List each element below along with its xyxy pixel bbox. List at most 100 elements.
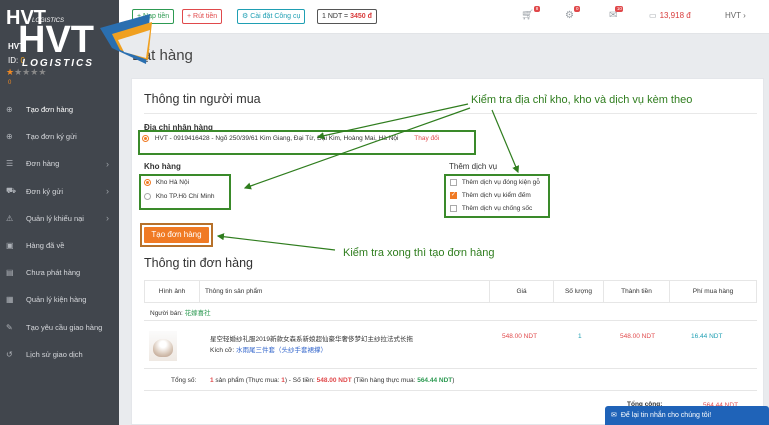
address-highlight-box	[138, 130, 476, 155]
chevron-right-icon: ›	[106, 186, 109, 197]
product-image[interactable]	[149, 331, 177, 361]
column-header: Phí mua hàng	[669, 280, 757, 303]
chevron-right-icon: ›	[106, 158, 109, 169]
total-text: ) - Số tiền:	[284, 377, 317, 384]
install-tool-button[interactable]: ⚙ Cài đặt Công cụ	[237, 9, 306, 24]
svg-text:HVT: HVT	[18, 19, 94, 61]
sidebar-item-not-shipped[interactable]: ▤ Chưa phát hàng	[0, 259, 119, 286]
service-checkbox[interactable]	[450, 205, 457, 212]
topbar: + Nạp tiền + Rút tiền ⚙ Cài đặt Công cụ …	[119, 0, 769, 34]
address-text: HVT - 0919416428 - Ngõ 250/39/61 Kim Gia…	[154, 135, 399, 143]
service-checkbox[interactable]	[450, 179, 457, 186]
svg-text:LOGISTICS: LOGISTICS	[32, 18, 64, 24]
sidebar-item-packages[interactable]: ▦ Quản lý kiện hàng	[0, 286, 119, 313]
change-address-link[interactable]: Thay đổi	[414, 135, 439, 142]
service-wood-option[interactable]: Thêm dịch vụ đóng kiện gỗ	[450, 179, 540, 186]
fee-cell: 16.44 NDT	[691, 333, 723, 340]
services-label: Thêm dịch vụ	[449, 162, 498, 171]
warehouse-radio[interactable]	[144, 179, 151, 186]
address-radio[interactable]	[142, 135, 149, 142]
total-summary: 1 sản phẩm (Thực mua: 1) - Số tiền: 548.…	[210, 377, 454, 384]
sidebar-level: 0	[8, 80, 12, 86]
callout-create-order: Kiểm tra xong thì tạo đơn hàng	[343, 247, 495, 259]
sidebar-item-create-consignment[interactable]: ⊕ Tạo đơn ký gửi	[0, 123, 119, 150]
notification-icon[interactable]: ⚙︎ 0	[565, 6, 580, 21]
sidebar-item-arrived[interactable]: ▣ Hàng đã về	[0, 232, 119, 259]
history-icon: ↺	[6, 349, 13, 359]
chat-icon: ✉	[611, 412, 617, 419]
seller-label: Người bán:	[150, 310, 183, 317]
create-order-button[interactable]: Tạo đơn hàng	[144, 227, 209, 243]
rate-value: 3450 đ	[350, 13, 372, 20]
rate-prefix: 1 NDT =	[322, 13, 349, 20]
wallet-icon: ▭	[649, 11, 657, 20]
exchange-rate: 1 NDT = 3450 đ	[317, 9, 377, 24]
service-checkbox[interactable]	[450, 191, 457, 199]
box-icon: ▣	[6, 241, 14, 251]
sidebar-item-create-order[interactable]: ⊕ Tạo đơn hàng	[0, 96, 119, 123]
chat-widget-button[interactable]: ✉ Để lại tin nhắn cho chúng tôi!	[605, 406, 769, 425]
wallet-balance[interactable]: ▭ 13,918 đ	[649, 11, 691, 20]
divider	[144, 113, 757, 114]
seller-name[interactable]: 花嫁喜社	[185, 310, 211, 317]
total-text: )	[452, 377, 455, 384]
sidebar-item-label: Đơn ký gửi	[26, 186, 64, 196]
sidebar-item-orders[interactable]: ☰ Đơn hàng ›	[0, 150, 119, 177]
row-divider	[144, 368, 757, 369]
column-header: Số lượng	[553, 280, 604, 303]
withdraw-button[interactable]: + Rút tiền	[182, 9, 223, 24]
size-label: Kích cỡ:	[210, 347, 235, 354]
service-count-option[interactable]: Thêm dịch vụ kiểm đếm	[450, 191, 531, 200]
mail-badge: 10	[615, 6, 624, 12]
sidebar-item-label: Tạo đơn hàng	[26, 105, 74, 115]
sidebar-item-label: Hàng đã về	[26, 241, 65, 251]
seller-row: Người bán: 花嫁喜社	[150, 307, 211, 317]
total-text: (Tiền hàng thực mua:	[351, 377, 418, 384]
sidebar-item-label: Lịch sử giao dịch	[26, 349, 83, 359]
plus-circle-icon: ⊕	[6, 132, 13, 142]
product-size: Kích cỡ: 水雨尾三件套（头纱手套裙撑）	[210, 344, 327, 354]
total-label: Tổng số:	[171, 377, 197, 384]
service-label: Thêm dịch vụ kiểm đếm	[461, 192, 531, 200]
sidebar-item-history[interactable]: ↺ Lịch sử giao dịch	[0, 341, 119, 368]
cart-icon: ⛟	[6, 186, 17, 196]
column-header: Thành tiền	[603, 280, 670, 303]
plus-circle-icon: ⊕	[6, 105, 13, 115]
warehouse-radio[interactable]	[144, 193, 151, 200]
sidebar-item-delivery-request[interactable]: ✎ Tạo yêu cầu giao hàng	[0, 314, 119, 341]
cart-icon[interactable]: 🛒︎ 8	[521, 6, 540, 21]
address-option[interactable]: HVT - 0919416428 - Ngõ 250/39/61 Kim Gia…	[142, 135, 439, 142]
sidebar-menu: ⊕ Tạo đơn hàng ⊕ Tạo đơn ký gửi ☰ Đơn hà…	[0, 96, 119, 368]
total-money: 548.00 NDT	[316, 377, 352, 384]
request-icon: ✎	[6, 322, 13, 332]
service-shock-option[interactable]: Thêm dịch vụ chống sốc	[450, 205, 532, 212]
row-divider	[144, 320, 757, 321]
sidebar-item-complaints[interactable]: ⚠ Quản lý khiếu nại ›	[0, 205, 119, 232]
product-name[interactable]: 星空轻婚纱礼服2019新款女森系新娘超仙豪华奢侈梦幻主纱拉法式长拖	[210, 333, 413, 343]
sidebar-item-label: Quản lý khiếu nại	[26, 213, 84, 223]
size-value: 水雨尾三件套（头纱手套裙撑）	[235, 347, 327, 354]
user-menu[interactable]: HVT ›	[725, 11, 746, 20]
subtotal-cell: 548.00 NDT	[620, 333, 656, 340]
order-info-title: Thông tin đơn hàng	[144, 256, 253, 270]
column-header: Thông tin sản phẩm	[199, 280, 490, 303]
sidebar-item-label: Tạo đơn ký gửi	[26, 132, 77, 142]
sidebar-item-consignment-orders[interactable]: ⛟ Đơn ký gửi ›	[0, 178, 119, 205]
service-label: Thêm dịch vụ chống sốc	[461, 205, 533, 213]
notification-badge: 0	[574, 6, 580, 12]
order-table: Hình ảnh Thông tin sản phẩm Giá Số lượng…	[144, 280, 757, 303]
chat-label: Để lại tin nhắn cho chúng tôi!	[620, 412, 712, 419]
quantity-cell: 1	[578, 333, 582, 340]
warehouse-label-hanoi: Kho Hà Nội	[155, 179, 190, 187]
warehouse-label: Kho hàng	[144, 162, 181, 171]
service-label: Thêm dịch vụ đóng kiện gỗ	[461, 179, 540, 187]
sidebar-item-label: Chưa phát hàng	[26, 268, 81, 278]
warehouse-hanoi-option[interactable]: Kho Hà Nội	[144, 179, 189, 186]
warehouse-hcm-option[interactable]: Kho TP.Hồ Chí Minh	[144, 193, 214, 200]
mail-icon[interactable]: ✉︎ 10	[609, 6, 624, 21]
svg-text:LOGISTICS: LOGISTICS	[22, 58, 94, 69]
column-header: Hình ảnh	[144, 280, 200, 303]
callout-check-address: Kiểm tra địa chỉ kho, kho và dịch vụ kèm…	[471, 94, 693, 106]
sidebar-item-label: Đơn hàng	[26, 159, 60, 169]
warehouse-label-hcm: Kho TP.Hồ Chí Minh	[155, 193, 215, 201]
